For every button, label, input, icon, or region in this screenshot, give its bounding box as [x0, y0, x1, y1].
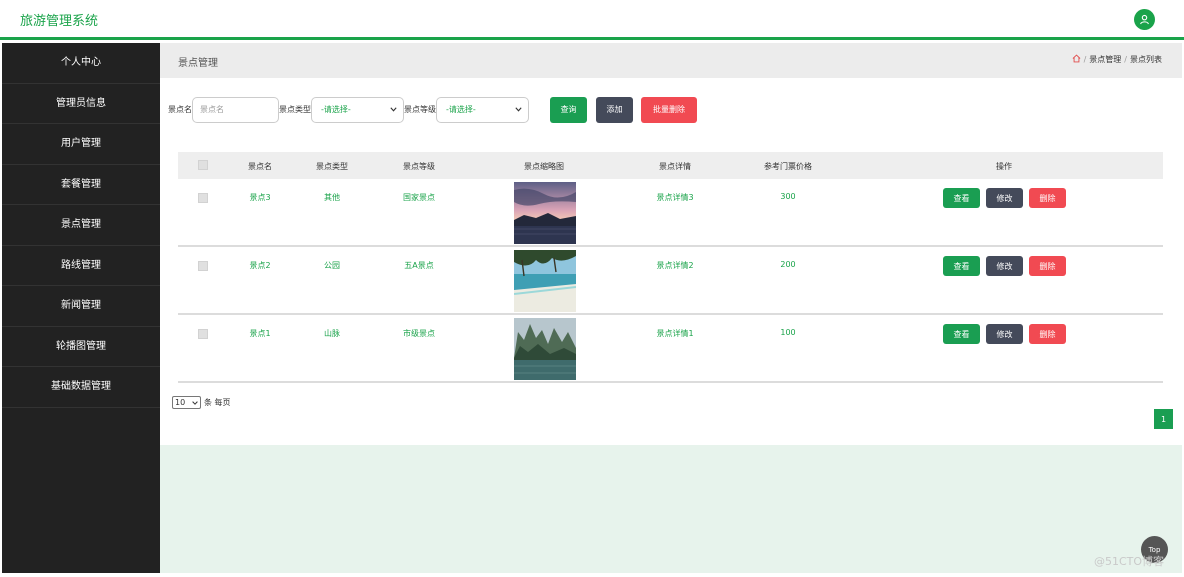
- cell-name: 景点3: [249, 193, 271, 202]
- type-select-value: -请选择-: [321, 105, 351, 114]
- edit-button[interactable]: 修改: [986, 188, 1023, 208]
- breadcrumb-separator: /: [1124, 55, 1127, 64]
- column-header-actions: 操作: [996, 162, 1012, 171]
- add-button[interactable]: 添加: [596, 96, 633, 123]
- row-checkbox[interactable]: [198, 261, 208, 271]
- row-checkbox[interactable]: [198, 193, 208, 203]
- sidebar-item-package-management[interactable]: 套餐管理: [2, 165, 160, 205]
- delete-button[interactable]: 删除: [1029, 256, 1066, 276]
- level-select[interactable]: -请选择-: [436, 96, 529, 123]
- table-header: 景点名 景点类型 景点等级 景点缩略图 景点详情 参考门票价格 操作: [178, 152, 1163, 179]
- cell-level: 五A景点: [404, 261, 434, 270]
- column-header-type: 景点类型: [316, 162, 348, 171]
- breadcrumb: / 景点管理 / 景点列表: [1072, 54, 1162, 65]
- home-icon[interactable]: [1072, 54, 1081, 65]
- top-bar: 旅游管理系统: [0, 0, 1184, 40]
- sidebar-item-admin-info[interactable]: 管理员信息: [2, 84, 160, 124]
- table-row: 景点3 其他 国家景点 景点详情3 300 查看 修改 删除: [178, 179, 1163, 247]
- per-page-label: 条 每页: [204, 398, 231, 407]
- sidebar-item-carousel-management[interactable]: 轮播图管理: [2, 327, 160, 367]
- edit-button[interactable]: 修改: [986, 324, 1023, 344]
- cell-name: 景点2: [249, 261, 271, 270]
- thumbnail-sunset-lake-image: [514, 182, 576, 244]
- type-search-label: 景点类型: [279, 105, 311, 114]
- main-area: 景点管理 / 景点管理 / 景点列表 景点名 景点类型 -请选择- 景点等级 -…: [160, 43, 1182, 573]
- view-button[interactable]: 查看: [943, 324, 980, 344]
- table-row: 景点1 山脉 市级景点 景点详情1 100 查看 修改 删除: [178, 315, 1163, 383]
- column-header-detail: 景点详情: [659, 162, 691, 171]
- scenic-table: 景点名 景点类型 景点等级 景点缩略图 景点详情 参考门票价格 操作 景点3 其…: [178, 152, 1163, 383]
- chevron-down-icon: [515, 105, 522, 114]
- thumbnail-karst-river-image: [514, 318, 576, 380]
- name-search-input[interactable]: [192, 96, 279, 123]
- sidebar-item-basic-data-management[interactable]: 基础数据管理: [2, 367, 160, 408]
- search-bar: 景点名 景点类型 -请选择- 景点等级 -请选择- 查询 添加 批量删除: [168, 96, 697, 123]
- level-search-label: 景点等级: [404, 105, 436, 114]
- cell-detail: 景点详情1: [656, 329, 694, 338]
- table-row: 景点2 公园 五A景点 景点详情2 200 查看 修改 删除: [178, 247, 1163, 315]
- breadcrumb-separator: /: [1083, 55, 1087, 64]
- edit-button[interactable]: 修改: [986, 256, 1023, 276]
- delete-button[interactable]: 删除: [1029, 188, 1066, 208]
- cell-level: 市级景点: [403, 329, 435, 338]
- view-button[interactable]: 查看: [943, 256, 980, 276]
- cell-price: 300: [780, 192, 796, 201]
- column-header-name: 景点名: [248, 162, 272, 171]
- row-checkbox[interactable]: [198, 329, 208, 339]
- cell-level: 国家景点: [403, 193, 435, 202]
- sidebar-item-personal-center[interactable]: 个人中心: [2, 43, 160, 84]
- page-size-value: 10: [175, 398, 186, 407]
- batch-delete-button[interactable]: 批量删除: [641, 96, 697, 123]
- page-size-control: 10 条 每页: [172, 396, 231, 409]
- page-size-select[interactable]: 10: [172, 396, 201, 409]
- level-select-value: -请选择-: [446, 105, 476, 114]
- page-title: 景点管理: [178, 58, 218, 69]
- sidebar-item-route-management[interactable]: 路线管理: [2, 246, 160, 286]
- type-select[interactable]: -请选择-: [311, 96, 404, 123]
- delete-button[interactable]: 删除: [1029, 324, 1066, 344]
- sidebar: 个人中心 管理员信息 用户管理 套餐管理 景点管理 路线管理 新闻管理 轮播图管…: [2, 43, 160, 573]
- cell-type: 其他: [324, 193, 340, 202]
- sidebar-item-news-management[interactable]: 新闻管理: [2, 286, 160, 327]
- thumbnail-palm-beach-image: [514, 250, 576, 312]
- name-search-label: 景点名: [168, 105, 192, 114]
- column-header-level: 景点等级: [403, 162, 435, 171]
- cell-price: 100: [780, 328, 796, 337]
- column-header-price: 参考门票价格: [764, 162, 812, 171]
- select-all-checkbox[interactable]: [198, 160, 208, 170]
- query-button[interactable]: 查询: [550, 96, 587, 123]
- content-panel: 景点管理 / 景点管理 / 景点列表 景点名 景点类型 -请选择- 景点等级 -…: [160, 43, 1182, 445]
- cell-type: 公园: [324, 261, 340, 270]
- view-button[interactable]: 查看: [943, 188, 980, 208]
- column-header-thumbnail: 景点缩略图: [524, 162, 564, 171]
- sidebar-item-scenic-management[interactable]: 景点管理: [2, 205, 160, 246]
- breadcrumb-bar: 景点管理 / 景点管理 / 景点列表: [160, 43, 1182, 78]
- cell-name: 景点1: [249, 329, 271, 338]
- breadcrumb-item-scenic-list: 景点列表: [1130, 55, 1162, 64]
- cell-detail: 景点详情2: [656, 261, 694, 270]
- cell-type: 山脉: [324, 329, 340, 338]
- chevron-down-icon: [390, 105, 397, 114]
- watermark: @51CTO博客: [1094, 555, 1165, 568]
- sidebar-item-user-management[interactable]: 用户管理: [2, 124, 160, 165]
- user-avatar-icon[interactable]: [1134, 9, 1155, 30]
- app-title: 旅游管理系统: [20, 14, 99, 29]
- cell-detail: 景点详情3: [656, 193, 694, 202]
- cell-price: 200: [780, 260, 796, 269]
- breadcrumb-item-scenic-management[interactable]: 景点管理: [1089, 54, 1121, 65]
- page-button-current[interactable]: 1: [1154, 409, 1173, 429]
- chevron-down-icon: [192, 398, 198, 407]
